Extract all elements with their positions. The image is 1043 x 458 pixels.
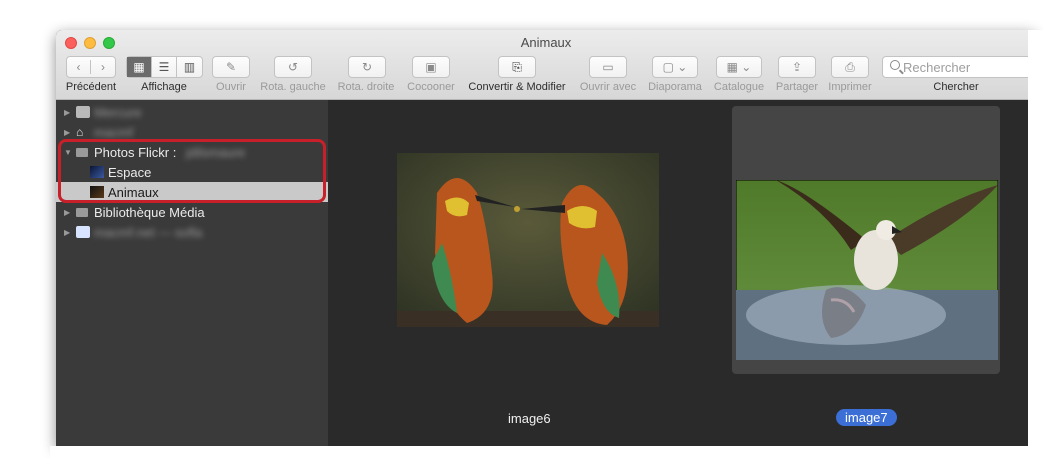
disclosure-triangle-icon[interactable]: ▶ <box>64 108 70 117</box>
thumbnail-grid: image6 image7 <box>328 100 1036 446</box>
back-forward-control[interactable]: ‹ › <box>66 56 116 78</box>
sidebar-item-network[interactable]: ▶ macmf.net — sofla <box>56 222 328 242</box>
sidebar-item-mercure[interactable]: ▶ Mercure <box>56 102 328 122</box>
search-icon <box>890 60 900 70</box>
view-label: Affichage <box>141 81 187 93</box>
filmstrip-view-icon[interactable]: ▥ <box>177 57 202 77</box>
rotate-right-button[interactable]: ↻ <box>348 56 386 78</box>
rotate-right-icon: ↻ <box>361 60 373 74</box>
toolbar: Animaux ‹ › Précédent ▦ ☰ ▥ Affichage ✎ … <box>56 30 1036 100</box>
torn-edge-bottom <box>50 446 1043 458</box>
sidebar-item-label: Bibliothèque Média <box>94 204 205 220</box>
open-with-icon: ▭ <box>602 60 614 74</box>
sidebar-item-media-library[interactable]: ▶ Bibliothèque Média <box>56 202 328 222</box>
share-label: Partager <box>775 81 819 93</box>
rotate-left-button[interactable]: ↺ <box>274 56 312 78</box>
window-title: Animaux <box>520 35 572 50</box>
cocoon-label: Cocooner <box>407 81 455 93</box>
flickr-highlight-annotation <box>58 139 326 203</box>
open-with-label: Ouvrir avec <box>579 81 637 93</box>
back-label: Précédent <box>65 81 117 93</box>
convert-button[interactable]: ⎘ <box>498 56 536 78</box>
disclosure-triangle-icon[interactable]: ▶ <box>64 228 70 237</box>
chevron-left-icon[interactable]: ‹ <box>67 60 92 74</box>
media-library-icon <box>76 207 88 217</box>
search-placeholder: Rechercher <box>903 59 971 75</box>
disclosure-triangle-icon[interactable]: ▶ <box>64 208 70 217</box>
rotate-left-label: Rota. gauche <box>260 81 326 93</box>
share-icon: ⇪ <box>791 60 803 74</box>
app-window: Animaux ‹ › Précédent ▦ ☰ ▥ Affichage ✎ … <box>56 30 1036 446</box>
rotate-right-label: Rota. droite <box>337 81 395 93</box>
open-with-button[interactable]: ▭ <box>589 56 627 78</box>
catalog-button[interactable]: ▦ ⌄ <box>716 56 762 78</box>
search-label: Chercher <box>933 81 979 93</box>
slideshow-button[interactable]: ▢ ⌄ <box>652 56 698 78</box>
print-label: Imprimer <box>828 81 872 93</box>
open-button[interactable]: ✎ <box>212 56 250 78</box>
view-mode-control[interactable]: ▦ ☰ ▥ <box>126 56 203 78</box>
sidebar-item-label: Mercure <box>94 104 142 120</box>
open-label: Ouvrir <box>216 81 246 93</box>
torn-edge-right <box>1028 30 1043 458</box>
cocoon-button[interactable]: ▣ <box>412 56 450 78</box>
convert-label: Convertir & Modifier <box>468 81 566 93</box>
catalog-label: Catalogue <box>713 81 765 93</box>
cocoon-icon: ▣ <box>425 60 437 74</box>
grid-view-icon[interactable]: ▦ <box>127 57 152 77</box>
sidebar-item-label: macmf.net — sofla <box>94 224 203 240</box>
convert-icon: ⎘ <box>512 59 522 74</box>
list-view-icon[interactable]: ☰ <box>152 57 177 77</box>
home-icon: ⌂ <box>76 125 84 139</box>
slideshow-label: Diaporama <box>648 81 702 93</box>
image6-caption[interactable]: image6 <box>508 411 551 426</box>
image7-thumbnail[interactable] <box>736 180 998 360</box>
image6-thumbnail[interactable] <box>397 153 659 327</box>
open-icon: ✎ <box>225 60 237 74</box>
chevron-right-icon[interactable]: › <box>91 60 115 74</box>
sidebar-item-label: macmf <box>94 124 133 140</box>
print-button[interactable]: ⎙ <box>831 56 869 78</box>
image7-caption[interactable]: image7 <box>836 409 897 426</box>
network-drive-icon <box>76 226 90 238</box>
share-button[interactable]: ⇪ <box>778 56 816 78</box>
rotate-left-icon: ↺ <box>287 60 299 74</box>
disclosure-triangle-icon[interactable]: ▶ <box>64 128 70 137</box>
catalog-icon: ▦ ⌄ <box>726 60 752 74</box>
drive-icon <box>76 106 90 118</box>
slideshow-icon: ▢ ⌄ <box>662 60 688 74</box>
print-icon: ⎙ <box>845 59 855 74</box>
search-input[interactable]: Rechercher <box>882 56 1036 78</box>
